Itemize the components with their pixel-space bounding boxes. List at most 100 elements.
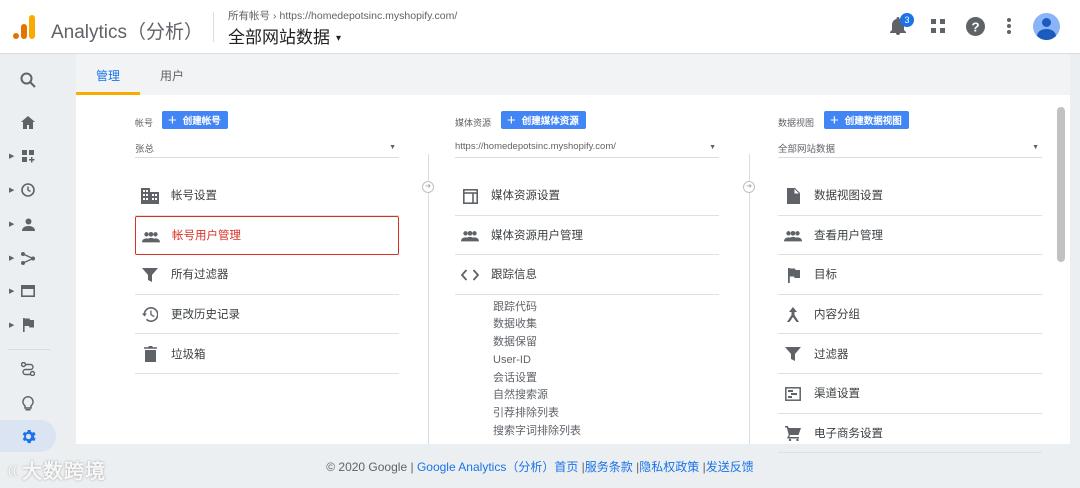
view-settings-item[interactable]: 数据视图设置 — [778, 176, 1042, 216]
account-selector[interactable]: 张总 ▼ — [135, 138, 399, 158]
change-history-item[interactable]: 更改历史记录 — [135, 295, 399, 335]
property-settings-item[interactable]: 媒体资源设置 — [455, 176, 719, 216]
tracking-info-item[interactable]: 跟踪信息 — [455, 255, 719, 295]
create-view-label: 创建数据视图 — [844, 116, 902, 127]
data-collection-link[interactable]: 数据收集 — [493, 316, 719, 334]
active-tab-indicator — [76, 92, 140, 95]
create-property-button[interactable]: + 创建媒体资源 — [501, 111, 586, 129]
footer: © 2020 Google | Google Analytics（分析）首页 |… — [0, 458, 1080, 475]
account-settings-label: 帐号设置 — [171, 190, 217, 203]
create-account-label: 创建帐号 — [182, 116, 221, 127]
property-selected: https://homedepotsinc.myshopify.com/ — [455, 141, 616, 152]
watermark-logo-icon: (( — [8, 463, 18, 477]
tab-bar: 管理 用户 — [76, 54, 1070, 95]
attribution-icon[interactable] — [0, 354, 56, 384]
view-column-selector[interactable]: 全部网站数据 ▼ — [778, 138, 1042, 158]
tracking-code-link[interactable]: 跟踪代码 — [493, 299, 719, 317]
ecommerce-settings-item[interactable]: 电子商务设置 — [778, 414, 1042, 454]
footer-privacy-link[interactable]: 隐私权政策 — [639, 460, 699, 474]
footer-feedback-link[interactable]: 发送反馈 — [706, 460, 754, 474]
organic-search-sources-link[interactable]: 自然搜索源 — [493, 387, 719, 405]
building-icon — [141, 187, 159, 205]
audience-person-icon[interactable]: ▶ — [0, 209, 56, 239]
left-nav: ▶ ▶ ▶ ▶ ▶ ▶ — [0, 54, 56, 488]
header-divider — [213, 12, 214, 42]
session-settings-link[interactable]: 会话设置 — [493, 370, 719, 388]
home-icon[interactable] — [0, 107, 56, 137]
trash-item[interactable]: 垃圾箱 — [135, 334, 399, 374]
data-retention-link[interactable]: 数据保留 — [493, 334, 719, 352]
all-filters-label: 所有过滤器 — [171, 269, 229, 282]
account-selected: 张总 — [135, 144, 155, 155]
account-label: 帐号 — [135, 118, 154, 128]
create-account-button[interactable]: + 创建帐号 — [162, 111, 228, 129]
referral-exclusion-list-link[interactable]: 引荐排除列表 — [493, 405, 719, 423]
document-icon — [784, 187, 802, 205]
view-selector[interactable]: 全部网站数据 ▾ — [228, 23, 341, 48]
window-icon — [461, 187, 479, 205]
filters-item[interactable]: 过滤器 — [778, 334, 1042, 374]
acquisition-icon[interactable]: ▶ — [0, 243, 56, 273]
search-term-exclusion-list-link[interactable]: 搜索字词排除列表 — [493, 423, 719, 441]
plus-icon: + — [168, 111, 177, 129]
apps-grid-icon[interactable] — [927, 15, 949, 37]
create-view-button[interactable]: + 创建数据视图 — [824, 111, 909, 129]
account-avatar[interactable] — [1033, 13, 1060, 40]
property-label: 媒体资源 — [455, 118, 492, 128]
trash-icon — [141, 345, 159, 363]
app-title: Analytics（分析） — [51, 22, 204, 43]
view-user-management-item[interactable]: 查看用户管理 — [778, 216, 1042, 256]
footer-ga-home-link[interactable]: Google Analytics（分析）首页 — [417, 460, 578, 474]
plus-icon: + — [507, 111, 516, 129]
content-grouping-item[interactable]: 内容分组 — [778, 295, 1042, 335]
tracking-info-label: 跟踪信息 — [491, 269, 537, 282]
footer-separator: | — [410, 460, 414, 474]
view-selected: 全部网站数据 — [778, 144, 836, 155]
caret-down-icon: ▾ — [336, 33, 342, 44]
watermark-text: 大数跨境 — [22, 461, 106, 483]
account-user-management-item[interactable]: 帐号用户管理 — [135, 215, 399, 256]
all-filters-item[interactable]: 所有过滤器 — [135, 255, 399, 295]
breadcrumb-property[interactable]: https://homedepotsinc.myshopify.com/ — [280, 10, 458, 22]
user-id-link[interactable]: User-ID — [493, 352, 719, 370]
view-menu: 数据视图设置 查看用户管理 目标 内容分组 过滤器 渠道设置 电子商务设置 — [778, 176, 1042, 454]
filter-icon — [784, 345, 802, 363]
account-menu: 帐号设置 帐号用户管理 所有过滤器 更改历史记录 垃圾箱 — [135, 176, 399, 374]
tab-admin[interactable]: 管理 — [96, 67, 120, 84]
tab-user[interactable]: 用户 — [160, 67, 184, 84]
breadcrumb-all-accounts[interactable]: 所有帐号 — [228, 10, 270, 22]
tracking-sublist: 跟踪代码 数据收集 数据保留 User-ID 会话设置 自然搜索源 引荐排除列表… — [455, 295, 719, 441]
property-settings-label: 媒体资源设置 — [491, 190, 560, 203]
discover-lightbulb-icon[interactable] — [0, 388, 56, 418]
admin-panel: 管理 用户 帐号 + 创建帐号 张总 ▼ 帐号设置 帐号用户管理 所有过滤器 更… — [76, 54, 1070, 454]
column-divider — [428, 154, 429, 444]
search-icon[interactable] — [0, 65, 56, 95]
caret-down-icon: ▼ — [1032, 144, 1039, 151]
property-user-management-item[interactable]: 媒体资源用户管理 — [455, 216, 719, 256]
content-grouping-label: 内容分组 — [814, 309, 860, 322]
goals-item[interactable]: 目标 — [778, 255, 1042, 295]
page-scrollbar[interactable] — [1057, 107, 1065, 262]
breadcrumb[interactable]: 所有帐号 › https://homedepotsinc.myshopify.com… — [228, 8, 457, 23]
breadcrumb-arrow-icon: › — [273, 10, 277, 22]
account-user-management-label: 帐号用户管理 — [172, 230, 241, 243]
help-icon[interactable]: ? — [964, 15, 986, 37]
behavior-icon[interactable]: ▶ — [0, 276, 56, 306]
account-settings-item[interactable]: 帐号设置 — [135, 176, 399, 216]
property-column: 媒体资源 + 创建媒体资源 https://homedepotsinc.mysh… — [455, 111, 719, 437]
channel-settings-item[interactable]: 渠道设置 — [778, 374, 1042, 414]
admin-gear-icon[interactable] — [0, 421, 56, 451]
customization-dashboard-icon[interactable]: ▶ — [0, 141, 56, 171]
code-icon — [461, 266, 479, 284]
realtime-clock-icon[interactable]: ▶ — [0, 175, 56, 205]
view-column: 数据视图 + 创建数据视图 全部网站数据 ▼ 数据视图设置 查看用户管理 目标 — [778, 111, 1042, 454]
more-vert-icon[interactable] — [998, 15, 1020, 37]
footer-terms-link[interactable]: 服务条款 — [585, 460, 633, 474]
property-selector[interactable]: https://homedepotsinc.myshopify.com/ ▼ — [455, 138, 719, 158]
property-menu: 媒体资源设置 媒体资源用户管理 跟踪信息 跟踪代码 数据收集 数据保留 User… — [455, 176, 719, 440]
analytics-logo-icon[interactable] — [12, 14, 36, 40]
channel-settings-label: 渠道设置 — [814, 388, 860, 401]
conversions-flag-icon[interactable]: ▶ — [0, 310, 56, 340]
column-arrow-icon: ➔ — [743, 181, 755, 193]
footer-copyright: © 2020 Google — [326, 460, 408, 474]
